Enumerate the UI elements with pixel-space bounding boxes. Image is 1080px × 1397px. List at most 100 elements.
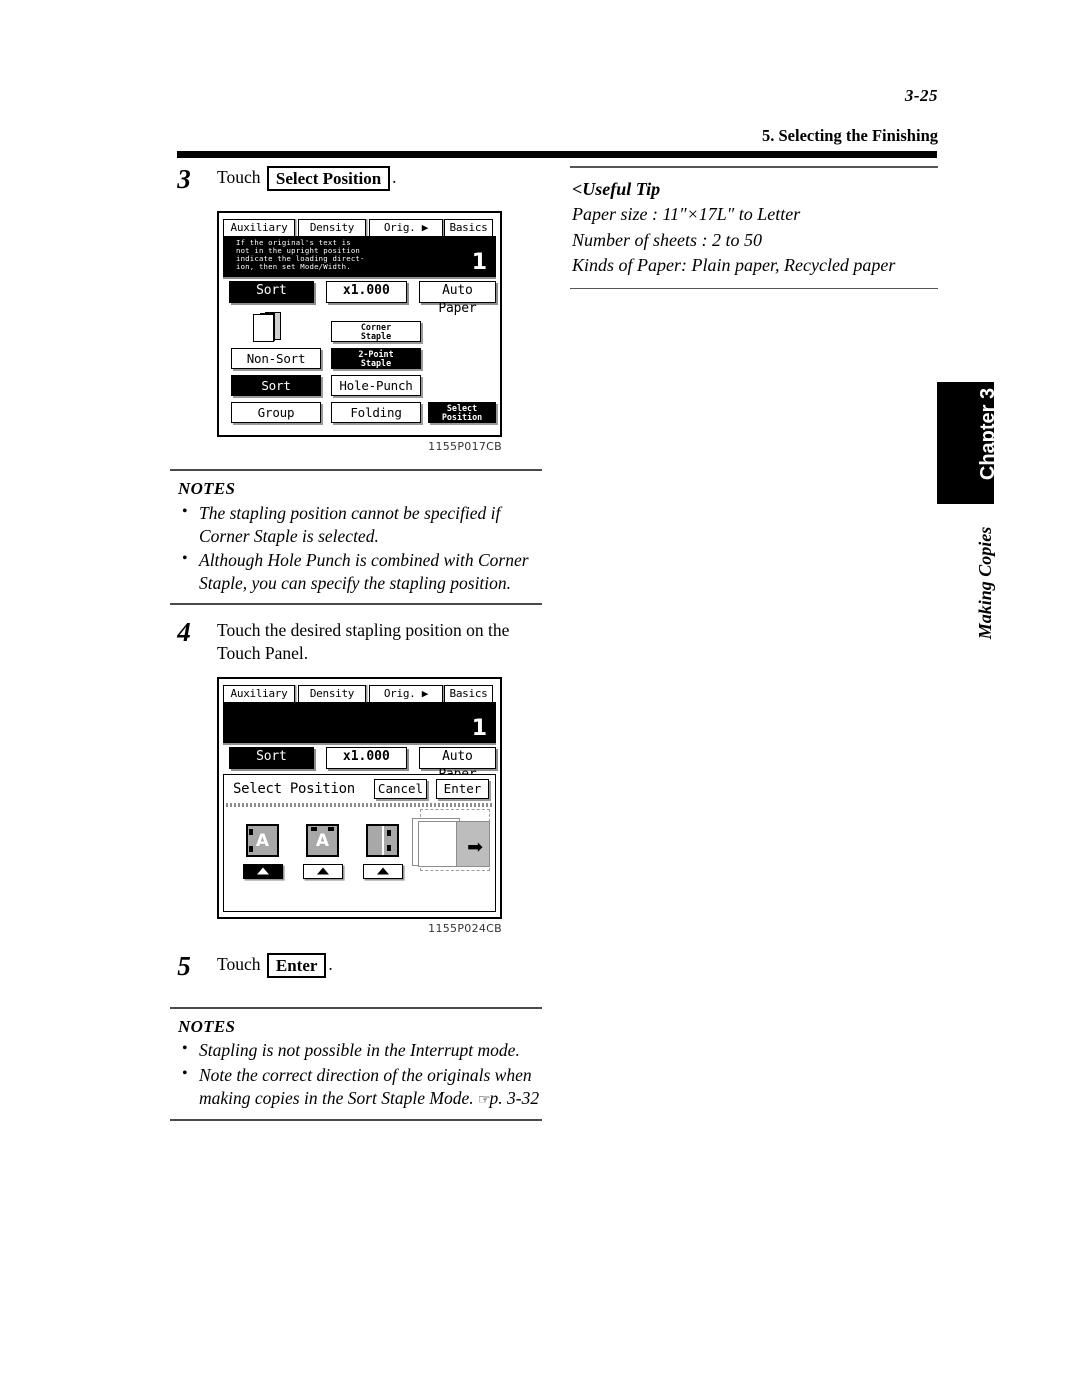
tab-basics[interactable]: Basics bbox=[444, 684, 493, 702]
fold-line bbox=[382, 825, 384, 855]
notes-2-reference: p. 3-32 bbox=[489, 1088, 540, 1108]
notes-2-bottom-rule bbox=[170, 1118, 542, 1121]
button-2-point-staple-line2: Staple bbox=[360, 357, 392, 368]
triangle-up-icon bbox=[257, 867, 269, 875]
enter-key: Enter bbox=[266, 952, 327, 979]
triangle-up-icon bbox=[377, 867, 389, 875]
step-5: 5 Touch Enter. bbox=[170, 951, 542, 987]
panel1-message-window: If the original's text is not in the upr… bbox=[223, 236, 496, 277]
tab-auxiliary[interactable]: Auxiliary bbox=[223, 684, 295, 702]
tab-basics[interactable]: Basics bbox=[444, 219, 493, 236]
step-5-text-after: . bbox=[328, 953, 333, 974]
orientation-letter: A bbox=[315, 830, 330, 851]
status-sort-button[interactable]: Sort bbox=[229, 746, 314, 769]
staple-mark-icon bbox=[249, 828, 253, 835]
useful-tip-block: <Useful Tip Paper size : 11″×17L″ to Let… bbox=[570, 168, 938, 279]
panel1-copy-count: 1 bbox=[471, 250, 487, 275]
tab-orig-copy[interactable]: Orig. ▶ Copy bbox=[369, 684, 443, 715]
running-head: 5. Selecting the Finishing bbox=[761, 126, 938, 145]
cancel-button[interactable]: Cancel bbox=[374, 779, 427, 800]
figure-panel-2: Auxiliary Density Orig. ▶ Copy Basics 1 … bbox=[217, 676, 542, 935]
staple-mark-icon bbox=[387, 844, 391, 851]
tip-bottom-rule bbox=[570, 287, 938, 290]
chapter-subtitle: Making Copies bbox=[937, 520, 995, 650]
useful-tip-title: <Useful Tip bbox=[572, 178, 661, 199]
notes-2-item-1: • Stapling is not possible in the Interr… bbox=[178, 1039, 542, 1062]
figure-panel-1: Auxiliary Density Orig. ▶ Copy Basics If… bbox=[217, 211, 542, 453]
button-sort[interactable]: Sort bbox=[231, 375, 321, 396]
output-preview-graphic: ➡ bbox=[412, 808, 492, 881]
notes-1-item-2: • Although Hole Punch is combined with C… bbox=[178, 549, 542, 596]
notes-block-1: NOTES • The stapling position cannot be … bbox=[170, 469, 542, 605]
position-select-button-right[interactable] bbox=[363, 863, 403, 879]
select-position-key: Select Position bbox=[266, 166, 391, 192]
header-rule bbox=[177, 151, 937, 158]
position-select-button-top[interactable] bbox=[303, 863, 343, 879]
manual-page: 3-25 5. Selecting the Finishing Chapter … bbox=[0, 0, 1080, 1397]
button-corner-staple[interactable]: Corner Staple bbox=[331, 321, 421, 342]
status-zoom-button[interactable]: x1.000 bbox=[325, 746, 407, 769]
bullet-icon: • bbox=[182, 1040, 188, 1058]
bullet-icon: • bbox=[182, 550, 188, 568]
chapter-tab: Chapter 3 bbox=[937, 382, 999, 504]
enter-button[interactable]: Enter bbox=[436, 779, 489, 800]
notes-block-2: NOTES • Stapling is not possible in the … bbox=[170, 1006, 542, 1121]
tab-density[interactable]: Density bbox=[298, 684, 366, 702]
touch-panel-2[interactable]: Auxiliary Density Orig. ▶ Copy Basics 1 … bbox=[217, 676, 502, 919]
step-3: 3 Touch Select Position. bbox=[170, 164, 542, 200]
panel2-copy-count: 1 bbox=[471, 715, 487, 741]
position-icon-left-edge[interactable]: A bbox=[246, 823, 279, 857]
select-position-dialog: Select Position Cancel Enter A A ➡ bbox=[223, 773, 496, 912]
staple-mark-icon bbox=[387, 829, 391, 836]
figure-1-number: 1155P017CB bbox=[428, 440, 502, 453]
panel2-message-window: 1 bbox=[223, 701, 496, 743]
panel1-status-row: Sort x1.000 Auto Paper bbox=[223, 281, 496, 316]
bullet-icon: • bbox=[182, 502, 188, 520]
touch-panel-1[interactable]: Auxiliary Density Orig. ▶ Copy Basics If… bbox=[217, 211, 502, 437]
position-icon-right-edge[interactable] bbox=[366, 823, 399, 857]
notes-1-bottom-rule bbox=[170, 602, 542, 605]
button-select-position[interactable]: Select Position bbox=[428, 402, 496, 423]
notes-1-item-1: • The stapling position cannot be specif… bbox=[178, 502, 542, 549]
panel2-status-row: Sort x1.000 Auto Paper bbox=[223, 746, 496, 782]
pointing-hand-icon: ☞ bbox=[477, 1093, 491, 1108]
tab-orig-copy[interactable]: Orig. ▶ Copy bbox=[369, 219, 443, 249]
right-column: <Useful Tip Paper size : 11″×17L″ to Let… bbox=[570, 166, 938, 290]
arrow-right-icon: ➡ bbox=[467, 835, 483, 858]
button-hole-punch[interactable]: Hole-Punch bbox=[331, 375, 421, 396]
tab-auxiliary[interactable]: Auxiliary bbox=[223, 219, 295, 236]
button-non-sort[interactable]: Non-Sort bbox=[231, 348, 321, 369]
bullet-icon: • bbox=[182, 1064, 188, 1082]
notes-2-item-1-text: Stapling is not possible in the Interrup… bbox=[199, 1040, 520, 1061]
status-sort-button[interactable]: Sort bbox=[229, 281, 314, 303]
status-paper-button[interactable]: Auto Paper bbox=[418, 746, 496, 782]
button-group[interactable]: Group bbox=[231, 402, 321, 423]
step-3-text: Touch Select Position. bbox=[217, 166, 542, 192]
step-5-text-before: Touch bbox=[217, 953, 261, 974]
useful-tip-line-1: Paper size : 11″×17L″ to Letter bbox=[572, 204, 801, 225]
button-folding[interactable]: Folding bbox=[331, 402, 421, 423]
notes-1-title: NOTES bbox=[178, 479, 236, 498]
step-4: 4 Touch the desired stapling position on… bbox=[170, 617, 542, 665]
status-zoom-button[interactable]: x1.000 bbox=[325, 281, 407, 303]
status-paper-button[interactable]: Auto Paper bbox=[418, 281, 496, 316]
tab-density[interactable]: Density bbox=[298, 219, 366, 236]
position-icon-top-edge[interactable]: A bbox=[306, 823, 339, 857]
notes-1-top-rule bbox=[170, 469, 542, 471]
button-corner-staple-line2: Staple bbox=[360, 330, 392, 341]
staple-mark-icon bbox=[249, 845, 253, 852]
triangle-up-icon bbox=[317, 867, 329, 875]
position-options-row: A A ➡ bbox=[224, 807, 495, 911]
notes-2-title: NOTES bbox=[178, 1016, 236, 1036]
step-3-number: 3 bbox=[177, 164, 191, 194]
panel1-message-text: If the original's text is not in the upr… bbox=[236, 238, 365, 271]
button-2-point-staple[interactable]: 2-Point Staple bbox=[331, 348, 421, 369]
select-position-dialog-header: Select Position Cancel Enter bbox=[224, 775, 495, 802]
left-column: 3 Touch Select Position. Auxiliary Densi… bbox=[170, 164, 542, 1121]
select-position-dialog-title: Select Position bbox=[233, 781, 355, 798]
panel1-body: Non-Sort Sort Group Corner Staple 2-Poin… bbox=[223, 310, 496, 430]
step-3-text-after: . bbox=[392, 167, 397, 187]
position-select-button-left[interactable] bbox=[243, 863, 283, 879]
staple-mark-icon bbox=[328, 826, 334, 831]
stack-sheet-front bbox=[253, 314, 274, 342]
